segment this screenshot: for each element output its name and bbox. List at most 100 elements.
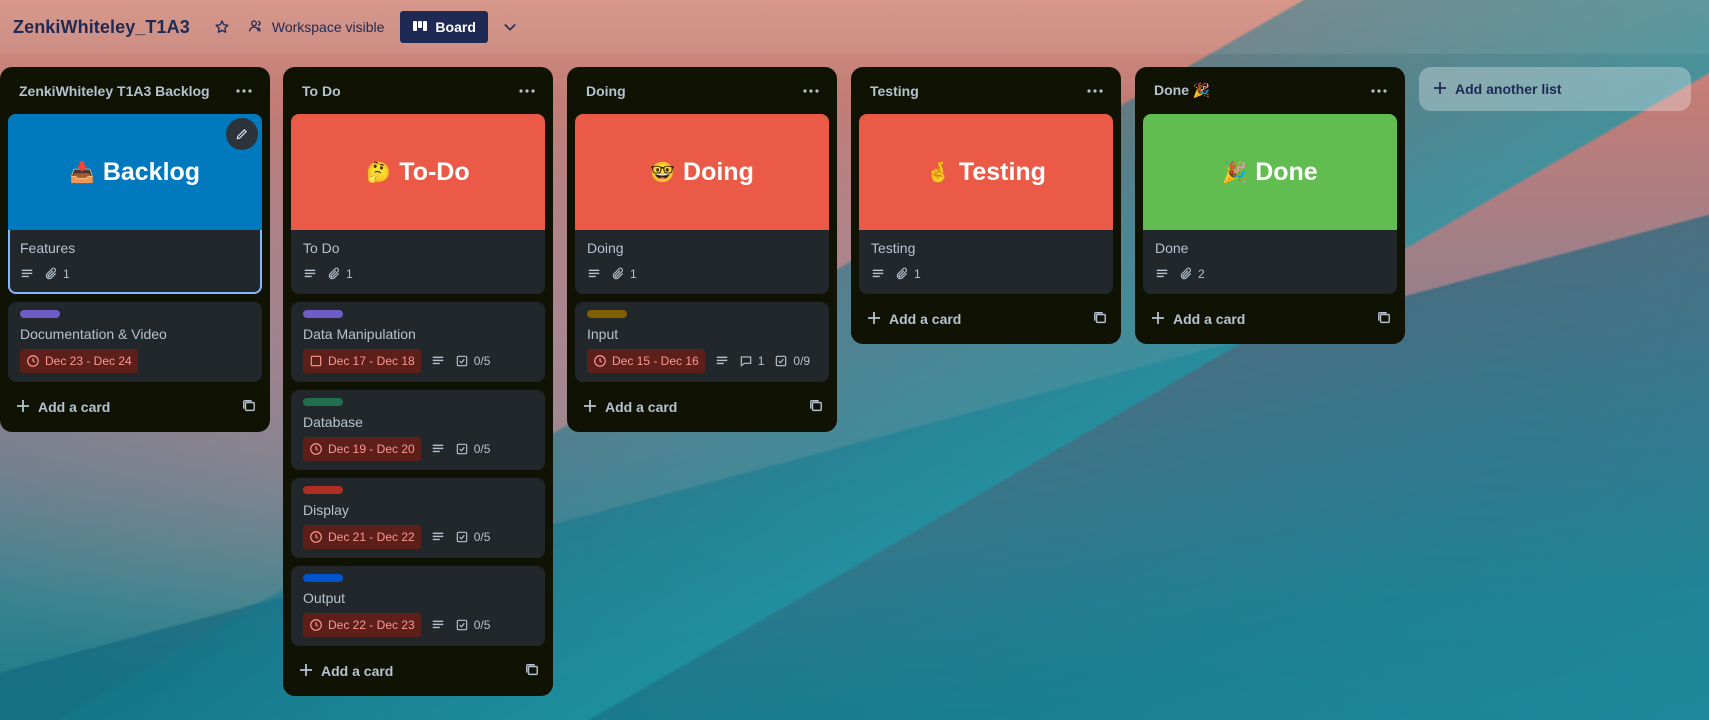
description-icon <box>1155 263 1169 285</box>
create-from-template-icon[interactable] <box>242 399 256 416</box>
plus-icon <box>1151 311 1165 328</box>
add-card-button[interactable]: Add a card <box>867 311 961 328</box>
card-title: Output <box>303 590 346 606</box>
add-list-label: Add another list <box>1455 81 1562 97</box>
label-red <box>303 486 343 494</box>
more-options-icon[interactable] <box>799 79 823 103</box>
cover-text: To-Do <box>399 157 470 186</box>
board-view-button[interactable]: Board <box>400 11 488 43</box>
more-options-icon[interactable] <box>515 79 539 103</box>
due-date: Dec 17 - Dec 18 <box>328 354 415 368</box>
nerd-emoji-icon: 🤓 <box>650 161 676 184</box>
due-date: Dec 15 - Dec 16 <box>612 354 699 368</box>
attachments-badge: 1 <box>611 263 637 285</box>
checklist-badge: 0/5 <box>455 438 490 460</box>
list-testing: Testing 🤞 Testing Testing 1 Add a card <box>851 67 1121 344</box>
create-from-template-icon[interactable] <box>1093 311 1107 328</box>
board-title[interactable]: ZenkiWhiteley_T1A3 <box>13 17 190 38</box>
clock-icon <box>310 619 322 631</box>
card-input[interactable]: Input Dec 15 - Dec 16 1 0/9 <box>575 302 829 382</box>
list-header: ZenkiWhiteley T1A3 Backlog <box>8 67 262 114</box>
card-title: Input <box>587 326 619 342</box>
card-data-manipulation[interactable]: Data Manipulation Dec 17 - Dec 18 0/5 <box>291 302 545 382</box>
list-to-do: To Do 🤔 To-Do To Do 1 Data Manipulation … <box>283 67 553 696</box>
thinking-emoji-icon: 🤔 <box>366 161 392 184</box>
board-view-icon <box>412 19 428 36</box>
card-database[interactable]: Database Dec 19 - Dec 20 0/5 <box>291 390 545 470</box>
add-card-row: Add a card <box>291 654 545 688</box>
add-card-label: Add a card <box>889 311 962 327</box>
card-cover: 📥 Backlog <box>8 114 262 230</box>
create-from-template-icon[interactable] <box>809 399 823 416</box>
description-icon <box>715 350 729 372</box>
edit-pencil-icon[interactable] <box>226 118 258 150</box>
paperclip-icon <box>328 267 340 280</box>
cover-text: Backlog <box>102 157 201 186</box>
card-display[interactable]: Display Dec 21 - Dec 22 0/5 <box>291 478 545 558</box>
card-output[interactable]: Output Dec 22 - Dec 23 0/5 <box>291 566 545 646</box>
card-cover: 🤞 Testing <box>859 114 1113 230</box>
due-date-badge[interactable]: Dec 21 - Dec 22 <box>303 525 421 549</box>
star-icon[interactable] <box>212 17 232 37</box>
more-options-icon[interactable] <box>232 79 256 103</box>
due-date-badge[interactable]: Dec 23 - Dec 24 <box>20 349 138 373</box>
add-card-button[interactable]: Add a card <box>299 663 393 680</box>
clock-icon <box>27 355 39 367</box>
board-view-label: Board <box>435 19 476 35</box>
add-list-button[interactable]: Add another list <box>1419 67 1691 111</box>
add-card-button[interactable]: Add a card <box>1151 311 1245 328</box>
clock-icon <box>594 355 606 367</box>
cover-text: Testing <box>958 157 1046 186</box>
create-from-template-icon[interactable] <box>1377 311 1391 328</box>
checklist-badge: 0/5 <box>455 350 490 372</box>
due-date-badge[interactable]: Dec 17 - Dec 18 <box>303 349 421 373</box>
due-date-badge[interactable]: Dec 15 - Dec 16 <box>587 349 705 373</box>
add-card-button[interactable]: Add a card <box>16 399 110 416</box>
list-header: Doing <box>575 67 829 114</box>
more-options-icon[interactable] <box>1083 79 1107 103</box>
attachments-count: 1 <box>63 267 70 281</box>
cover-text: Done <box>1255 157 1318 186</box>
list-title[interactable]: To Do <box>302 83 341 99</box>
due-date-badge[interactable]: Dec 19 - Dec 20 <box>303 437 421 461</box>
add-card-label: Add a card <box>1173 311 1246 327</box>
card-done[interactable]: 🎉 Done Done 2 <box>1143 114 1397 294</box>
list-done: Done 🎉 🎉 Done Done 2 Add a card <box>1135 67 1405 344</box>
label-blue <box>303 574 343 582</box>
paperclip-icon <box>896 267 908 280</box>
add-card-button[interactable]: Add a card <box>583 399 677 416</box>
add-card-row: Add a card <box>859 302 1113 336</box>
more-options-icon[interactable] <box>1367 79 1391 103</box>
attachments-count: 1 <box>914 267 921 281</box>
visibility-label: Workspace visible <box>271 19 385 35</box>
chevron-down-icon[interactable] <box>498 15 522 39</box>
description-icon <box>431 350 445 372</box>
list-title[interactable]: ZenkiWhiteley T1A3 Backlog <box>19 83 210 99</box>
add-card-row: Add a card <box>8 390 262 424</box>
clock-icon <box>310 531 322 543</box>
card-title: Database <box>303 414 363 430</box>
paperclip-icon <box>612 267 624 280</box>
description-icon <box>20 263 34 285</box>
card-doing[interactable]: 🤓 Doing Doing 1 <box>575 114 829 294</box>
add-card-row: Add a card <box>575 390 829 424</box>
card-title: Doing <box>587 240 624 256</box>
card-documentation-video[interactable]: Documentation & Video Dec 23 - Dec 24 <box>8 302 262 382</box>
card-features[interactable]: 📥 Backlog Features 1 <box>8 114 262 294</box>
list-title[interactable]: Testing <box>870 83 919 99</box>
list-doing: Doing 🤓 Doing Doing 1 Input Dec 15 - Dec… <box>567 67 837 432</box>
checklist-count: 0/5 <box>473 530 491 544</box>
due-date-badge[interactable]: Dec 22 - Dec 23 <box>303 613 421 637</box>
create-from-template-icon[interactable] <box>525 663 539 680</box>
description-icon <box>431 438 445 460</box>
card-to-do[interactable]: 🤔 To-Do To Do 1 <box>291 114 545 294</box>
crossed-fingers-emoji-icon: 🤞 <box>926 161 951 184</box>
list-title[interactable]: Done 🎉 <box>1154 82 1210 99</box>
card-testing[interactable]: 🤞 Testing Testing 1 <box>859 114 1113 294</box>
visibility-button[interactable]: Workspace visible <box>248 18 385 37</box>
description-icon <box>587 263 601 285</box>
list-title[interactable]: Doing <box>586 83 626 99</box>
party-popper-emoji-icon: 🎉 <box>1222 161 1248 184</box>
clock-icon <box>310 443 322 455</box>
card-title: Features <box>20 240 76 256</box>
